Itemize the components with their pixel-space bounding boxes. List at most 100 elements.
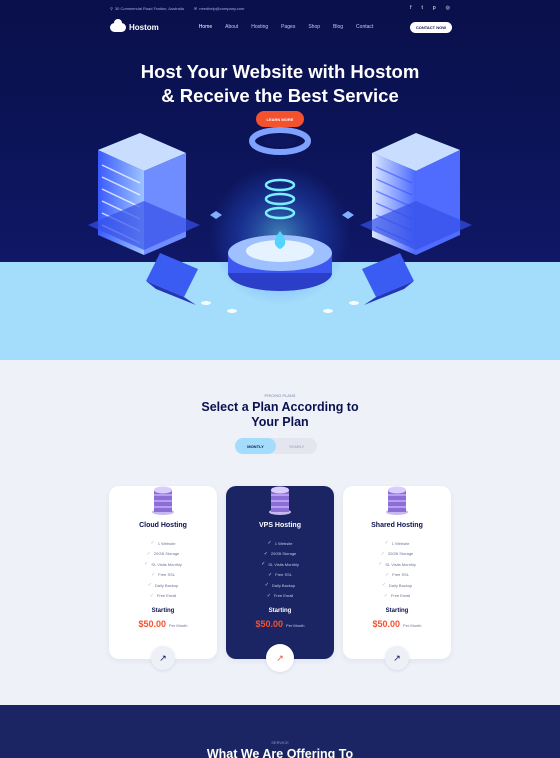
check-icon: ✓ xyxy=(146,550,151,557)
services-section: SERVICE What We Are Offering To xyxy=(0,705,560,758)
feature-item: ✓ SL Visits Monthly xyxy=(343,559,451,570)
mail-icon: ✉ xyxy=(193,5,198,11)
cloud-plan-arrow-button[interactable]: ↗ xyxy=(151,646,175,670)
feature-label: 20GB Storage xyxy=(387,551,414,557)
nav-item-shop[interactable]: Shop xyxy=(308,24,320,30)
nav-menu: Home About Hosting Pages Shop Blog Conta… xyxy=(199,24,374,30)
plan-name: Cloud Hosting xyxy=(139,522,187,529)
price-period: Per Month xyxy=(169,623,188,628)
contact-now-button[interactable]: CONTACT NOW xyxy=(409,21,452,33)
facebook-icon[interactable]: f xyxy=(410,5,411,11)
services-title: What We Are Offering To xyxy=(206,747,354,758)
feature-item: ✓ 1 Website xyxy=(343,538,451,549)
check-icon: ✓ xyxy=(263,550,268,557)
hero-title-line-1: Host Your Website with Hostom xyxy=(140,61,420,82)
feature-item: ✓ Daily Backup xyxy=(226,580,334,591)
check-icon: ✓ xyxy=(267,571,273,578)
check-icon: ✓ xyxy=(384,571,390,578)
feature-label: SL Visits Monthly xyxy=(268,561,299,567)
plan-card-shared: Shared Hosting ✓ 1 Website ✓ 20GB Storage … xyxy=(343,486,451,659)
price-period: Per Month xyxy=(403,623,422,628)
feature-list: ✓ 1 Website ✓ 20GB Storage ✓ SL Visits Mont… xyxy=(226,538,334,601)
feature-item: ✓ Free Email xyxy=(343,591,451,602)
check-icon: ✓ xyxy=(150,571,156,578)
site-logo[interactable]: Hostom xyxy=(110,18,159,32)
feature-label: 1 Website xyxy=(391,540,410,546)
nav-item-hosting[interactable]: Hosting xyxy=(251,24,268,30)
feature-list: ✓ 1 Website ✓ 20GB Storage ✓ SL Visits Mont… xyxy=(343,538,451,601)
feature-label: Free Email xyxy=(156,593,177,599)
pinterest-icon[interactable]: p xyxy=(433,5,436,11)
check-icon: ✓ xyxy=(384,540,389,547)
feature-item: ✓ SL Visits Monthly xyxy=(226,559,334,570)
vps-plan-arrow-button[interactable]: ↗ xyxy=(266,644,294,672)
feature-label: Free SSL xyxy=(158,572,176,578)
email-info[interactable]: ✉ needhelp@company.com xyxy=(194,6,244,11)
logo-text: Hostom xyxy=(129,22,159,32)
yearly-tab[interactable]: YEARLY xyxy=(276,438,317,454)
check-icon: ✓ xyxy=(147,582,152,589)
starting-label: Starting xyxy=(151,608,175,614)
server-illustration xyxy=(88,127,472,313)
price-period: Per Month xyxy=(286,623,305,628)
arrow-up-right-icon: ↗ xyxy=(276,652,284,663)
pricing-title-line-1: Select a Plan According to xyxy=(201,400,359,414)
feature-item: ✓ 20GB Storage xyxy=(343,549,451,560)
nav-item-pages[interactable]: Pages xyxy=(281,24,295,30)
billing-toggle: MONTLY YEARLY xyxy=(235,438,317,454)
price-row: $50.00 Per Month xyxy=(109,619,217,629)
feature-item: ✓ Free SSL xyxy=(109,570,217,581)
feature-item: ✓ Free Email xyxy=(226,591,334,602)
check-icon: ✓ xyxy=(261,561,266,568)
starting-label: Starting xyxy=(385,608,409,614)
feature-item: ✓ Free SSL xyxy=(343,570,451,581)
plan-price: $50.00 xyxy=(255,619,284,629)
check-icon: ✓ xyxy=(149,592,154,599)
instagram-icon[interactable]: ◎ xyxy=(446,5,450,11)
nav-item-home[interactable]: Home xyxy=(199,24,212,30)
address-text: 30 Commercial Road Fratton, Australia xyxy=(114,5,184,11)
database-icon xyxy=(386,486,408,515)
check-icon: ✓ xyxy=(264,582,269,589)
check-icon: ✓ xyxy=(267,540,272,547)
feature-label: 1 Website xyxy=(157,540,176,546)
feature-label: Free Email xyxy=(273,593,294,599)
social-links: f t p ◎ xyxy=(410,5,450,11)
arrow-up-right-icon: ↗ xyxy=(393,652,401,663)
twitter-icon[interactable]: t xyxy=(421,5,422,11)
shared-plan-arrow-button[interactable]: ↗ xyxy=(385,646,409,670)
right-server xyxy=(360,133,472,255)
check-icon: ✓ xyxy=(378,561,383,568)
nav-item-contact[interactable]: Contact xyxy=(356,24,373,30)
check-icon: ✓ xyxy=(266,592,271,599)
feature-label: Free SSL xyxy=(275,572,293,578)
plan-price: $50.00 xyxy=(138,619,167,629)
hero-title-line-2: & Receive the Best Service xyxy=(161,85,399,106)
feature-label: Daily Backup xyxy=(271,582,296,588)
price-row: $50.00 Per Month xyxy=(343,619,451,629)
feature-label: SL Visits Monthly xyxy=(151,561,182,567)
pricing-eyebrow: PRICING PLANS xyxy=(264,393,296,398)
nav-item-about[interactable]: About xyxy=(225,24,238,30)
feature-item: ✓ Free SSL xyxy=(226,570,334,581)
monthly-tab[interactable]: MONTLY xyxy=(235,438,276,454)
check-icon: ✓ xyxy=(383,592,388,599)
check-icon: ✓ xyxy=(144,561,149,568)
main-nav: Hostom Home About Hosting Pages Shop Blo… xyxy=(110,18,452,34)
feature-item: ✓ 20GB Storage xyxy=(109,549,217,560)
feature-item: ✓ SL Visits Monthly xyxy=(109,559,217,570)
check-icon: ✓ xyxy=(381,582,386,589)
email-text[interactable]: needhelp@company.com xyxy=(199,6,244,11)
pricing-title-line-2: Your Plan xyxy=(251,415,309,429)
feature-item: ✓ 20GB Storage xyxy=(226,549,334,560)
plan-name: Shared Hosting xyxy=(371,522,423,529)
database-icon xyxy=(269,486,291,515)
plan-card-cloud: Cloud Hosting ✓ 1 Website ✓ 20GB Storage ✓… xyxy=(109,486,217,659)
feature-item: ✓ Daily Backup xyxy=(109,580,217,591)
nav-item-blog[interactable]: Blog xyxy=(333,24,343,30)
price-row: $50.00 Per Month xyxy=(226,619,334,629)
feature-item: ✓ 1 Website xyxy=(109,538,217,549)
location-pin-icon: ⚲ xyxy=(110,5,113,11)
arrow-up-right-icon: ↗ xyxy=(159,652,167,663)
left-server xyxy=(88,133,200,255)
